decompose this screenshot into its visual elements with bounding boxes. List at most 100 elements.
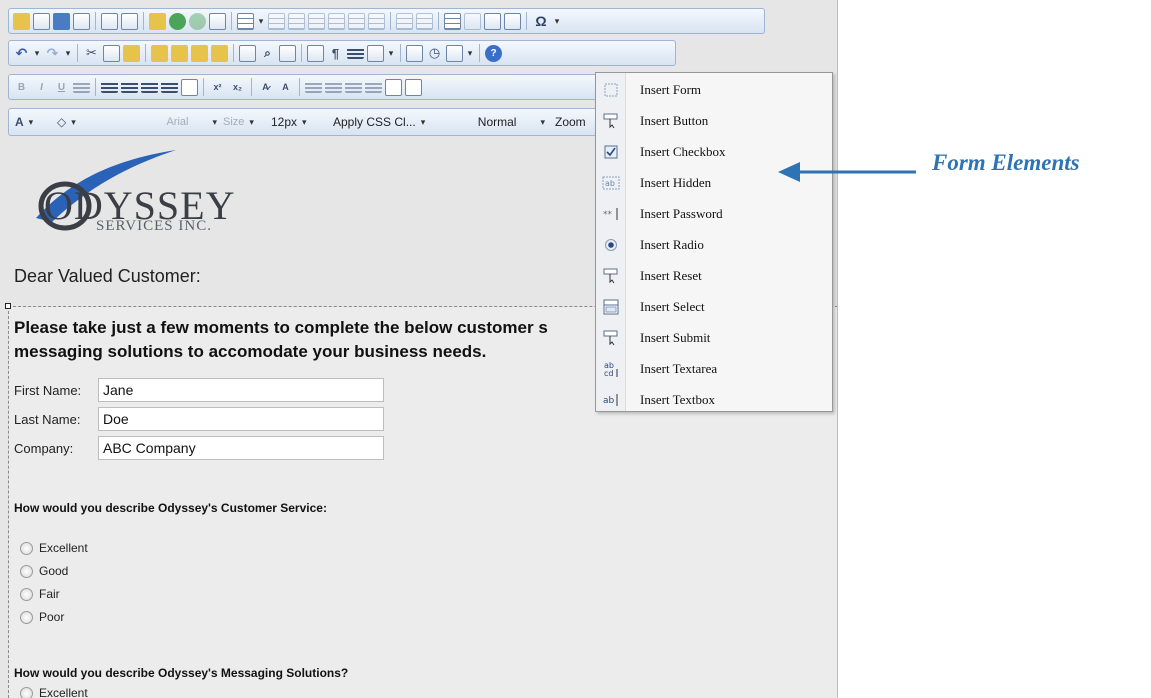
format-icon[interactable] xyxy=(181,78,198,96)
clear-styles-icon[interactable]: A xyxy=(277,79,294,96)
insert-column-left-icon[interactable] xyxy=(308,12,325,30)
redo-icon[interactable]: ↷ xyxy=(44,45,61,62)
paragraph-style-dropdown[interactable]: Normal ▾ xyxy=(453,115,545,129)
date-icon[interactable] xyxy=(406,44,423,62)
chevron-down-icon[interactable]: ▾ xyxy=(33,48,41,59)
company-field[interactable]: ABC Company xyxy=(98,436,384,460)
paste-html-icon[interactable] xyxy=(191,44,208,62)
bulleted-list-icon[interactable] xyxy=(365,81,382,93)
indent-icon[interactable] xyxy=(325,81,342,93)
symbol-list-icon[interactable] xyxy=(446,44,463,62)
numbered-list-icon[interactable] xyxy=(345,81,362,93)
italic-icon[interactable]: I xyxy=(33,79,50,96)
omega-icon[interactable]: Ω xyxy=(532,13,550,30)
menu-item-insert-submit[interactable]: Insert Submit xyxy=(596,323,832,353)
cell-properties-icon[interactable] xyxy=(464,12,481,30)
cut-icon[interactable]: ✂ xyxy=(83,45,100,62)
radio-button[interactable] xyxy=(20,686,33,698)
paragraph-icon[interactable]: ¶ xyxy=(327,45,344,62)
delete-column-icon[interactable] xyxy=(368,12,385,30)
radio-option[interactable]: Excellent xyxy=(20,686,88,698)
chevron-down-icon[interactable]: ▾ xyxy=(466,48,474,59)
chevron-down-icon[interactable]: ▾ xyxy=(387,48,395,59)
help-icon[interactable]: ? xyxy=(485,44,502,62)
insert-row-above-icon[interactable] xyxy=(268,12,285,30)
print-icon[interactable] xyxy=(239,44,256,62)
outdent-icon[interactable] xyxy=(305,81,322,93)
size-dropdown[interactable]: Size ▾ xyxy=(223,116,271,128)
superscript-icon[interactable]: x² xyxy=(209,79,226,96)
menu-item-insert-textarea[interactable]: ab cd Insert Textarea xyxy=(596,354,832,384)
insert-table-icon[interactable] xyxy=(237,12,254,30)
radio-button[interactable] xyxy=(20,610,33,624)
undo-icon[interactable]: ↶ xyxy=(13,45,30,62)
menu-item-insert-textbox[interactable]: ab Insert Textbox xyxy=(596,385,832,415)
last-name-field[interactable]: Doe xyxy=(98,407,384,431)
align-center-icon[interactable] xyxy=(121,81,138,93)
bold-icon[interactable]: B xyxy=(13,79,30,96)
strikethrough-icon[interactable] xyxy=(73,81,90,93)
radio-button[interactable] xyxy=(20,564,33,578)
font-name-dropdown[interactable]: Arial ▾ xyxy=(127,116,217,128)
insert-row-below-icon[interactable] xyxy=(288,12,305,30)
insert-column-right-icon[interactable] xyxy=(328,12,345,30)
form-elements-icon[interactable] xyxy=(385,78,402,96)
template-icon[interactable] xyxy=(73,12,90,30)
subscript-icon[interactable]: x₂ xyxy=(229,79,246,96)
merge-cells-icon[interactable] xyxy=(396,12,413,30)
first-name-field[interactable]: Jane xyxy=(98,378,384,402)
remove-format-icon[interactable]: A̷ xyxy=(257,79,274,96)
find-icon[interactable]: ⌕ xyxy=(259,45,276,62)
form-dropdown-icon[interactable] xyxy=(405,78,422,96)
radio-button[interactable] xyxy=(20,541,33,555)
edit-properties-icon[interactable] xyxy=(504,12,521,30)
menu-item-insert-form[interactable]: Insert Form xyxy=(596,75,832,105)
radio-option[interactable]: Poor xyxy=(20,610,64,624)
justify-icon[interactable] xyxy=(161,81,178,93)
chevron-down-icon[interactable]: ▾ xyxy=(257,16,265,27)
radio-option[interactable]: Excellent xyxy=(20,541,88,555)
chevron-down-icon[interactable]: ▾ xyxy=(553,16,561,27)
table-properties-icon[interactable] xyxy=(444,12,461,30)
align-right-icon[interactable] xyxy=(141,81,158,93)
split-cell-icon[interactable] xyxy=(416,12,433,30)
image-manager-icon[interactable] xyxy=(121,12,138,30)
page-icon[interactable] xyxy=(33,12,50,30)
horizontal-rule-icon[interactable] xyxy=(347,47,364,59)
menu-item-insert-password[interactable]: ** Insert Password xyxy=(596,199,832,229)
select-all-icon[interactable] xyxy=(279,44,296,62)
image-icon[interactable] xyxy=(101,12,118,30)
unlink-icon[interactable] xyxy=(189,12,206,30)
spellcheck-icon[interactable] xyxy=(149,12,166,30)
menu-item-insert-select[interactable]: Insert Select xyxy=(596,292,832,322)
page-properties-icon[interactable] xyxy=(307,44,324,62)
align-left-icon[interactable] xyxy=(101,81,118,93)
menu-item-insert-reset[interactable]: Insert Reset xyxy=(596,261,832,291)
paste-plain-icon[interactable] xyxy=(211,44,228,62)
chevron-down-icon[interactable]: ▾ xyxy=(64,48,72,59)
zoom-dropdown[interactable]: Zoom xyxy=(555,115,586,129)
link-icon[interactable] xyxy=(169,12,186,30)
highlight-dropdown[interactable]: ◇ ▾ xyxy=(57,115,127,129)
font-size-dropdown[interactable]: 12px ▾ xyxy=(271,115,333,129)
menu-item-insert-button[interactable]: Insert Button xyxy=(596,106,832,136)
copy-icon[interactable] xyxy=(103,44,120,62)
delete-row-icon[interactable] xyxy=(348,12,365,30)
paste-word-icon[interactable] xyxy=(171,44,188,62)
save-icon[interactable] xyxy=(53,12,70,30)
underline-icon[interactable]: U xyxy=(53,79,70,96)
snippet-icon[interactable] xyxy=(367,44,384,62)
radio-option[interactable]: Good xyxy=(20,564,68,578)
edit-icon[interactable] xyxy=(484,12,501,30)
clock-icon[interactable]: ◷ xyxy=(426,45,443,62)
paste-icon[interactable] xyxy=(123,44,140,62)
radio-button[interactable] xyxy=(20,587,33,601)
radio-option[interactable]: Fair xyxy=(20,587,60,601)
resize-handle[interactable] xyxy=(5,303,11,309)
css-class-dropdown[interactable]: Apply CSS Cl... ▾ xyxy=(333,115,453,129)
new-document-icon[interactable] xyxy=(13,12,30,30)
menu-item-insert-radio[interactable]: Insert Radio xyxy=(596,230,832,260)
media-icon[interactable] xyxy=(209,12,226,30)
paste-text-icon[interactable] xyxy=(151,44,168,62)
font-color-dropdown[interactable]: A ▾ xyxy=(15,115,57,129)
